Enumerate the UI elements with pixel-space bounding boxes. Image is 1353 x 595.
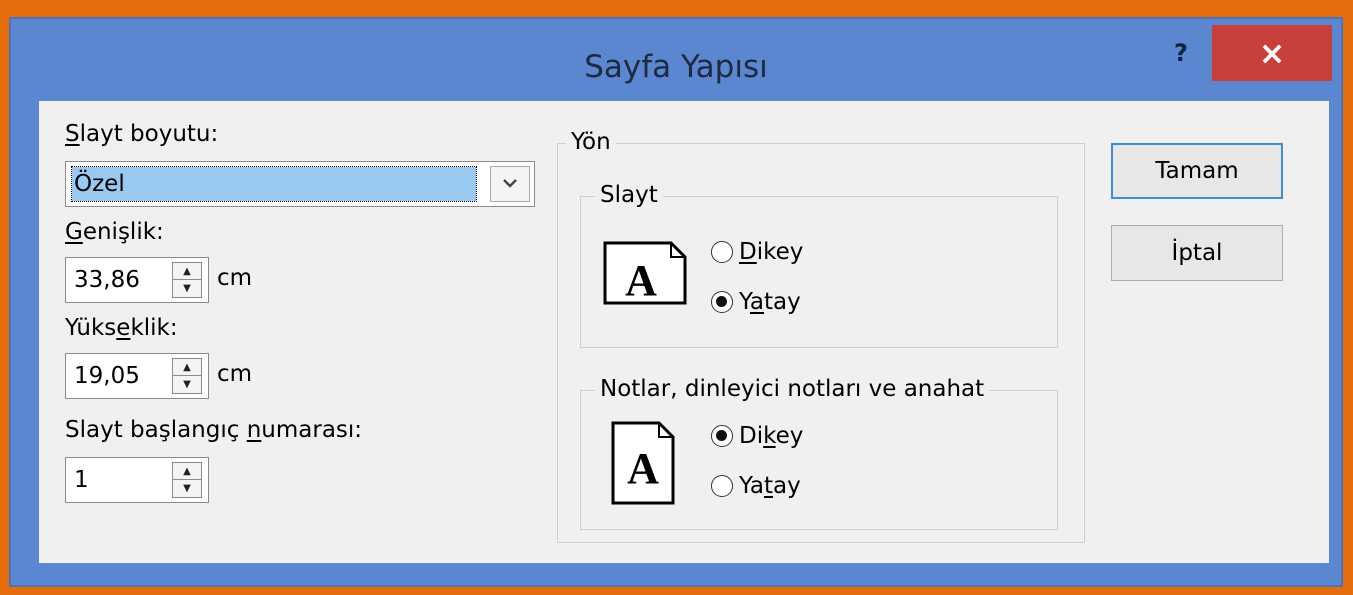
- width-value: 33,86: [74, 267, 140, 293]
- slide-landscape-radio[interactable]: Yatay: [711, 289, 801, 315]
- radio-icon: [711, 475, 733, 497]
- orientation-group: Yön Slayt A Dikey Yatay Notlar, dinleyic…: [557, 129, 1085, 543]
- width-decrement-icon[interactable]: ▼: [173, 280, 201, 297]
- start-number-increment-icon[interactable]: ▲: [173, 463, 201, 480]
- height-decrement-icon[interactable]: ▼: [173, 376, 201, 393]
- width-label: Genişlik:: [65, 219, 164, 245]
- start-number-label: Slayt başlangıç numarası:: [65, 417, 363, 443]
- radio-selected-icon: [711, 291, 733, 313]
- width-unit: cm: [217, 265, 253, 291]
- start-number-value: 1: [74, 467, 89, 493]
- height-increment-icon[interactable]: ▲: [173, 359, 201, 376]
- slide-orientation-group: Slayt A Dikey Yatay: [580, 182, 1058, 348]
- start-number-input[interactable]: 1 ▲ ▼: [65, 457, 209, 503]
- page-icon-letter: A: [627, 444, 659, 493]
- width-increment-icon[interactable]: ▲: [173, 263, 201, 280]
- start-number-stepper[interactable]: ▲ ▼: [172, 462, 202, 498]
- notes-portrait-label: Dikey: [739, 423, 804, 449]
- page-setup-dialog: Sayfa Yapısı ? × Slayt boyutu: Özel Geni…: [9, 17, 1343, 587]
- title-bar[interactable]: Sayfa Yapısı ? ×: [11, 19, 1341, 109]
- slide-orientation-label: Slayt: [595, 182, 663, 208]
- chevron-down-icon: [503, 179, 517, 188]
- slide-size-select[interactable]: Özel: [65, 161, 535, 207]
- start-number-decrement-icon[interactable]: ▼: [173, 480, 201, 497]
- dialog-title: Sayfa Yapısı: [584, 49, 768, 85]
- notes-landscape-radio[interactable]: Yatay: [711, 473, 801, 499]
- slide-size-label: Slayt boyutu:: [65, 121, 219, 147]
- height-input[interactable]: 19,05 ▲ ▼: [65, 353, 209, 399]
- notes-portrait-radio[interactable]: Dikey: [711, 423, 803, 449]
- height-value: 19,05: [74, 363, 140, 389]
- slide-size-dropdown-button[interactable]: [490, 166, 530, 202]
- height-label: Yükseklik:: [65, 315, 178, 341]
- slide-size-value: Özel: [71, 166, 477, 202]
- height-stepper[interactable]: ▲ ▼: [172, 358, 202, 394]
- cancel-button[interactable]: İptal: [1111, 225, 1283, 281]
- radio-icon: [711, 241, 733, 263]
- help-button[interactable]: ?: [1161, 31, 1201, 75]
- close-button[interactable]: ×: [1212, 25, 1332, 81]
- height-unit: cm: [217, 361, 253, 387]
- notes-orientation-group: Notlar, dinleyici notları ve anahat A Di…: [580, 376, 1058, 530]
- dialog-body: Slayt boyutu: Özel Genişlik: 33,86 ▲ ▼ c…: [39, 101, 1329, 563]
- notes-landscape-label: Yatay: [739, 473, 801, 499]
- slide-portrait-radio[interactable]: Dikey: [711, 239, 803, 265]
- notes-orientation-label: Notlar, dinleyici notları ve anahat: [595, 376, 990, 402]
- slide-landscape-label: Yatay: [739, 289, 801, 315]
- close-icon: ×: [1258, 34, 1286, 72]
- page-icon-letter: A: [625, 256, 657, 305]
- landscape-page-icon: A: [603, 241, 687, 305]
- portrait-page-icon: A: [611, 421, 675, 505]
- width-stepper[interactable]: ▲ ▼: [172, 262, 202, 298]
- ok-button[interactable]: Tamam: [1111, 143, 1283, 199]
- orientation-group-label: Yön: [566, 129, 616, 155]
- slide-portrait-label: Dikey: [739, 239, 804, 265]
- width-input[interactable]: 33,86 ▲ ▼: [65, 257, 209, 303]
- radio-selected-icon: [711, 425, 733, 447]
